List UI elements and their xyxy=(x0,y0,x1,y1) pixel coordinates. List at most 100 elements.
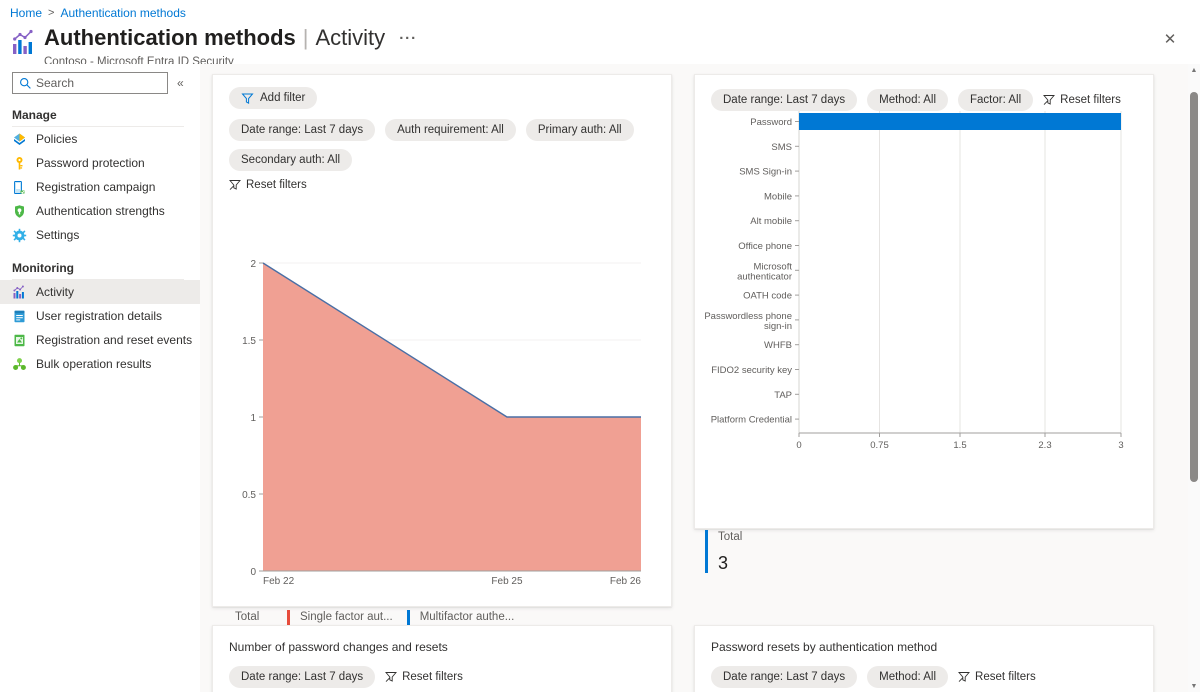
x-tick-label: Feb 22 xyxy=(263,576,295,587)
sidebar-item-settings[interactable]: Settings xyxy=(0,223,200,247)
filter-chip-label: Primary auth: All xyxy=(537,124,622,136)
add-filter-label: Add filter xyxy=(260,92,306,104)
gear-icon xyxy=(12,228,27,243)
filter-chip-primary-auth[interactable]: Primary auth: All xyxy=(525,119,634,141)
scroll-up-icon[interactable]: ▲ xyxy=(1188,64,1200,76)
sidebar-item-bulk-operation-results[interactable]: Bulk operation results xyxy=(0,352,200,376)
sidebar-item-registration-campaign[interactable]: Registration campaign xyxy=(0,175,200,199)
sidebar-item-policies[interactable]: Policies xyxy=(0,127,200,151)
sidebar-item-authentication-strengths[interactable]: Authentication strengths xyxy=(0,199,200,223)
page-title: Authentication methods | Activity ··· xyxy=(44,25,417,54)
reset-filters-button[interactable]: Reset filters xyxy=(229,179,307,191)
y-tick-label: 0 xyxy=(250,567,256,578)
x-tick-label: 3 xyxy=(1118,440,1123,451)
category-label: OATH code xyxy=(743,291,792,302)
metric-label: Total xyxy=(718,531,743,543)
y-tick-label: 1.5 xyxy=(242,336,256,347)
methods-bar-chart: Password SMS SMS Sign-in Mobile Alt mobi… xyxy=(703,103,1147,478)
collapse-sidebar-icon[interactable]: « xyxy=(177,76,184,90)
breadcrumb-home[interactable]: Home xyxy=(10,6,42,20)
sidebar-item-label: User registration details xyxy=(36,309,163,323)
signins-by-auth-requirement-panel: Add filter Date range: Last 7 days Auth … xyxy=(212,74,672,653)
sidebar-item-password-protection[interactable]: Password protection xyxy=(0,151,200,175)
x-tick-label: 0.75 xyxy=(870,440,889,451)
filter-chip-label: Date range: Last 7 days xyxy=(241,124,364,136)
category-label: Password xyxy=(750,117,792,128)
add-filter-button[interactable]: Add filter xyxy=(229,87,318,109)
x-axis-ticks: Feb 22 Feb 25 Feb 26 xyxy=(263,576,641,587)
signins-reset-row: Reset filters xyxy=(213,171,671,194)
category-label: SMS xyxy=(771,142,792,153)
vertical-scrollbar[interactable]: ▲ ▼ xyxy=(1188,64,1200,692)
key-icon xyxy=(12,156,27,171)
sidebar-item-label: Bulk operation results xyxy=(36,357,152,371)
y-tick-label: 1 xyxy=(250,413,256,424)
sidebar: « Manage Policies xyxy=(0,64,200,692)
x-tick-label: 0 xyxy=(796,440,801,451)
methods-metric-strip: Total 3 xyxy=(705,530,763,573)
activity-chart-icon xyxy=(12,285,27,300)
more-options-button[interactable]: ··· xyxy=(399,26,417,52)
sidebar-item-label: Registration campaign xyxy=(36,180,156,194)
category-label: authenticator xyxy=(737,271,792,282)
reset-filters-button[interactable]: Reset filters xyxy=(385,671,463,683)
page-title-main: Authentication methods xyxy=(44,25,296,50)
y-tick-label: 0.5 xyxy=(242,490,256,501)
filter-chip-date-range[interactable]: Date range: Last 7 days xyxy=(711,666,858,688)
x-tick-label: 1.5 xyxy=(953,440,966,451)
sidebar-item-registration-and-reset-events[interactable]: Registration and reset events xyxy=(0,328,200,352)
breadcrumb-authentication-methods[interactable]: Authentication methods xyxy=(60,6,185,20)
category-label: FIDO2 security key xyxy=(711,365,792,376)
bar-password xyxy=(799,113,1121,130)
reset-filters-button[interactable]: Reset filters xyxy=(958,671,1036,683)
x-tick-label: 2.3 xyxy=(1038,440,1051,451)
reset-filter-icon xyxy=(229,179,241,191)
policies-icon xyxy=(12,132,27,147)
sidebar-item-user-registration-details[interactable]: User registration details xyxy=(0,304,200,328)
registration-campaign-icon xyxy=(12,180,27,195)
authentication-methods-activity-page: Home > Authentication methods Authentica… xyxy=(0,0,1200,692)
metric-label: Single factor aut... xyxy=(300,611,393,623)
category-label: Alt mobile xyxy=(750,216,792,227)
content-area: Add filter Date range: Last 7 days Auth … xyxy=(200,64,1188,692)
sidebar-item-label: Authentication strengths xyxy=(36,204,165,218)
filter-chip-label: Secondary auth: All xyxy=(241,154,341,166)
sidebar-item-activity[interactable]: Activity xyxy=(0,280,200,304)
scrollbar-thumb[interactable] xyxy=(1190,92,1198,482)
search-box[interactable] xyxy=(12,72,168,94)
filter-chip-method[interactable]: Method: All xyxy=(867,666,949,688)
metric-total: Total 3 xyxy=(705,530,763,573)
chart-gridlines xyxy=(798,111,1122,433)
page-title-section: Activity xyxy=(315,25,386,50)
sidebar-item-label: Password protection xyxy=(36,156,145,170)
authentication-methods-icon xyxy=(10,28,40,58)
page-title-divider: | xyxy=(302,25,309,50)
search-input[interactable] xyxy=(36,76,156,90)
nav-group-manage-label: Manage xyxy=(12,108,57,122)
filter-chip-date-range[interactable]: Date range: Last 7 days xyxy=(229,666,376,688)
signins-by-method-panel: Date range: Last 7 days Method: All Fact… xyxy=(694,74,1154,573)
breadcrumb-separator-icon: > xyxy=(48,7,55,19)
sidebar-item-label: Settings xyxy=(36,228,80,242)
panel-title: Number of password changes and resets xyxy=(229,640,448,654)
scroll-down-icon[interactable]: ▼ xyxy=(1188,680,1200,692)
sidebar-search-row: « xyxy=(0,64,200,94)
reset-filters-label: Reset filters xyxy=(246,179,307,191)
x-tick-label: Feb 25 xyxy=(491,576,523,587)
category-label: Platform Credential xyxy=(711,415,792,426)
sidebar-item-label: Policies xyxy=(36,132,78,146)
close-icon[interactable]: ✕ xyxy=(1160,30,1180,50)
password-changes-filter-chips: Date range: Last 7 days Reset filters xyxy=(213,654,671,688)
filter-chip-auth-requirement[interactable]: Auth requirement: All xyxy=(385,119,516,141)
reset-filter-icon xyxy=(385,671,398,683)
filter-chip-date-range[interactable]: Date range: Last 7 days xyxy=(229,119,376,141)
user-registration-icon xyxy=(12,309,27,324)
registration-events-icon xyxy=(12,333,27,348)
x-axis-ticks: 0 0.75 1.5 2.3 3 xyxy=(796,433,1124,451)
category-label: Office phone xyxy=(738,241,792,252)
filter-chip-label: Auth requirement: All xyxy=(397,124,504,136)
page-header: Authentication methods | Activity ··· Co… xyxy=(10,25,417,69)
y-tick-label: 2 xyxy=(250,259,256,270)
signins-over-time-area-chart: 2 1.5 1 0.5 0 Feb 22 Feb 25 Feb 26 xyxy=(229,253,649,601)
filter-chip-secondary-auth[interactable]: Secondary auth: All xyxy=(229,149,353,171)
